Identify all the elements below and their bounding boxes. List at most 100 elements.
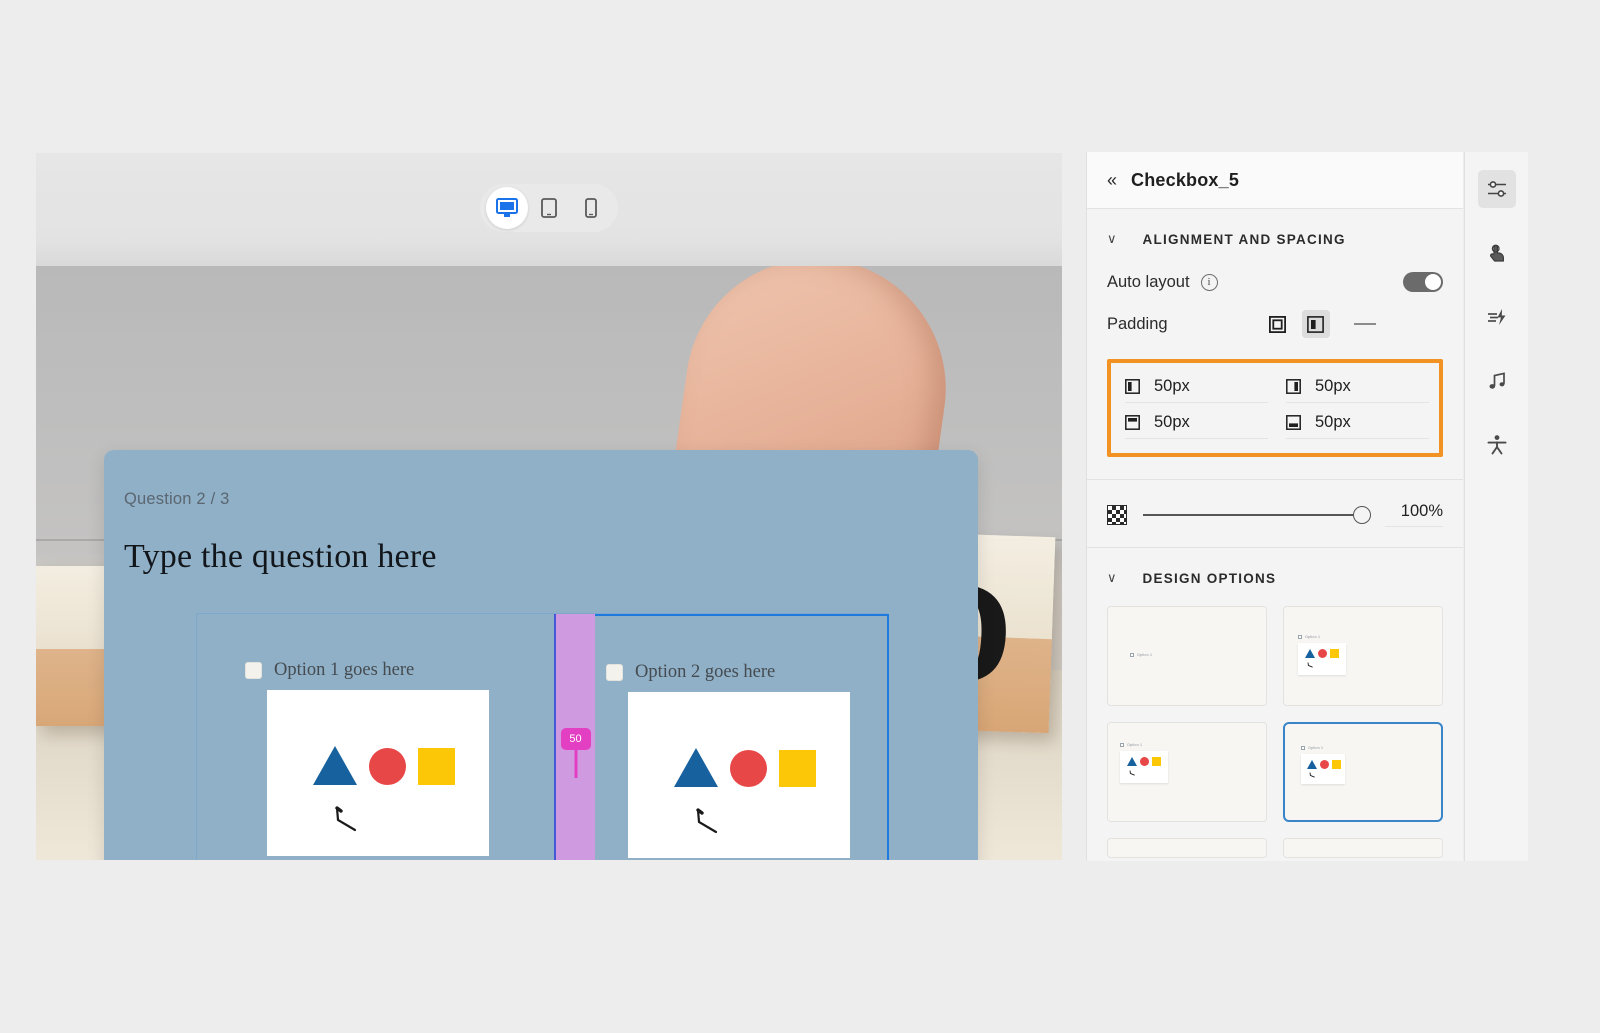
padding-left-value[interactable]: 50px xyxy=(1154,377,1190,396)
thumb-option-label: Option 1 xyxy=(1308,746,1324,750)
auto-layout-row: Auto layout i xyxy=(1087,261,1463,303)
option-2-header[interactable]: Option 2 goes here xyxy=(606,662,775,683)
design-thumb-4[interactable]: Option 1 xyxy=(1283,722,1443,822)
padding-right-value[interactable]: 50px xyxy=(1315,377,1351,396)
design-thumb-2[interactable]: Option 1 xyxy=(1283,606,1443,706)
music-note-icon[interactable] xyxy=(1478,362,1516,400)
thumb-checkbox-icon xyxy=(1298,635,1302,639)
alignment-section-label: ALIGNMENT AND SPACING xyxy=(1142,231,1346,247)
thumb-option-row: Option 1 xyxy=(1130,653,1152,657)
padding-fields-highlight: 50px 50px 50px 50px xyxy=(1107,359,1443,457)
circle-shape xyxy=(1318,649,1327,658)
properties-panel: « Checkbox_5 ∨ ALIGNMENT AND SPACING Aut… xyxy=(1086,152,1463,861)
chevron-down-icon[interactable]: ∨ xyxy=(1107,231,1117,247)
thumb-checkbox-icon xyxy=(1301,746,1305,750)
opacity-value[interactable]: 100% xyxy=(1385,502,1443,527)
thumb-image-card xyxy=(1301,754,1345,784)
shape-group xyxy=(674,748,816,787)
pen-stroke-icon xyxy=(335,806,357,832)
settings-sliders-icon[interactable] xyxy=(1477,170,1516,208)
device-preview-bar xyxy=(36,153,1062,266)
thumb-checkbox-icon xyxy=(1130,653,1134,657)
padding-individual-sides-icon[interactable] xyxy=(1301,310,1330,338)
padding-bottom-field[interactable]: 50px xyxy=(1286,413,1429,439)
padding-left-icon xyxy=(1125,379,1140,394)
transparency-checker-icon xyxy=(1107,504,1127,525)
padding-label: Padding xyxy=(1107,314,1168,333)
alignment-section-header[interactable]: ∨ ALIGNMENT AND SPACING xyxy=(1087,209,1463,261)
padding-bottom-value[interactable]: 50px xyxy=(1315,413,1351,432)
square-shape xyxy=(1330,649,1339,658)
motion-lightning-icon[interactable] xyxy=(1478,298,1516,336)
triangle-shape xyxy=(313,746,357,785)
pen-stroke-icon xyxy=(1307,662,1313,668)
thumb-option-label: Option 1 xyxy=(1305,635,1321,639)
circle-shape xyxy=(730,750,767,787)
padding-left-field[interactable]: 50px xyxy=(1125,377,1268,403)
opacity-row: 100% xyxy=(1087,480,1463,545)
padding-mode-group xyxy=(1264,310,1376,338)
opacity-slider[interactable] xyxy=(1143,505,1371,524)
accessibility-person-icon[interactable] xyxy=(1478,426,1516,464)
option-2-label: Option 2 goes here xyxy=(635,662,776,682)
desktop-device-icon[interactable] xyxy=(486,187,528,229)
option-1[interactable]: Option 1 goes here xyxy=(197,614,554,860)
triangle-shape xyxy=(1127,757,1137,766)
padding-top-value[interactable]: 50px xyxy=(1154,413,1190,432)
spacing-gap-indicator[interactable]: 50 xyxy=(554,614,595,860)
auto-layout-toggle[interactable] xyxy=(1403,272,1443,292)
options-container[interactable]: Option 1 goes here Option 2 goes here 50 xyxy=(196,613,889,860)
padding-all-sides-icon[interactable] xyxy=(1264,310,1292,338)
thumb-shape-group xyxy=(1127,757,1161,766)
thumb-option-row: Option 1 xyxy=(1120,743,1142,747)
shape-group xyxy=(313,746,455,785)
design-thumb-5[interactable] xyxy=(1107,838,1267,858)
design-thumb-6[interactable] xyxy=(1283,838,1443,858)
option-2[interactable]: Option 2 goes here xyxy=(554,614,889,860)
question-card[interactable]: Question 2 / 3 Type the question here Op… xyxy=(104,450,978,860)
square-shape xyxy=(1332,760,1341,769)
question-title[interactable]: Type the question here xyxy=(124,538,437,576)
slider-track xyxy=(1143,513,1369,516)
padding-dash-icon xyxy=(1353,323,1376,325)
chevron-down-icon[interactable]: ∨ xyxy=(1107,570,1117,586)
thumb-option-row: Option 1 xyxy=(1301,746,1323,750)
panel-title: Checkbox_5 xyxy=(1131,169,1240,190)
slider-knob[interactable] xyxy=(1353,505,1371,524)
mobile-device-icon[interactable] xyxy=(570,187,612,229)
tablet-device-icon[interactable] xyxy=(528,187,570,229)
design-thumb-1[interactable]: Option 1 xyxy=(1107,606,1267,706)
thumb-option-label: Option 1 xyxy=(1127,743,1143,747)
checkbox-icon[interactable] xyxy=(606,664,623,681)
spacing-value-badge[interactable]: 50 xyxy=(560,728,591,750)
app-root: H D Question 2 / 3 Type the question her… xyxy=(0,0,1600,1033)
info-icon[interactable]: i xyxy=(1200,273,1218,291)
design-thumb-3[interactable]: Option 1 xyxy=(1107,722,1267,822)
panel-icon-rail xyxy=(1464,152,1528,861)
option-1-image xyxy=(267,690,489,856)
pen-stroke-icon xyxy=(1309,772,1315,778)
collapse-panel-icon[interactable]: « xyxy=(1107,171,1117,189)
thumb-shape-group xyxy=(1305,649,1339,658)
checkbox-icon[interactable] xyxy=(245,662,262,679)
hand-pointer-icon[interactable] xyxy=(1478,234,1516,272)
option-1-label: Option 1 goes here xyxy=(274,660,415,680)
circle-shape xyxy=(1320,760,1329,769)
option-2-image xyxy=(628,692,850,858)
padding-top-field[interactable]: 50px xyxy=(1125,413,1268,439)
pen-stroke-icon xyxy=(696,808,718,834)
triangle-shape xyxy=(674,748,718,787)
padding-right-icon xyxy=(1286,379,1301,394)
square-shape xyxy=(418,748,455,785)
padding-top-icon xyxy=(1125,415,1140,430)
design-options-section-header[interactable]: ∨ DESIGN OPTIONS xyxy=(1087,548,1463,600)
padding-bottom-icon xyxy=(1286,415,1301,430)
padding-right-field[interactable]: 50px xyxy=(1286,377,1429,403)
design-canvas: H D Question 2 / 3 Type the question her… xyxy=(36,153,1062,860)
thumb-checkbox-icon xyxy=(1120,743,1124,747)
circle-shape xyxy=(1140,757,1149,766)
device-switcher[interactable] xyxy=(480,184,618,232)
question-counter: Question 2 / 3 xyxy=(124,490,230,508)
option-1-header[interactable]: Option 1 goes here xyxy=(245,660,414,681)
auto-layout-label: Auto layout xyxy=(1107,272,1190,291)
